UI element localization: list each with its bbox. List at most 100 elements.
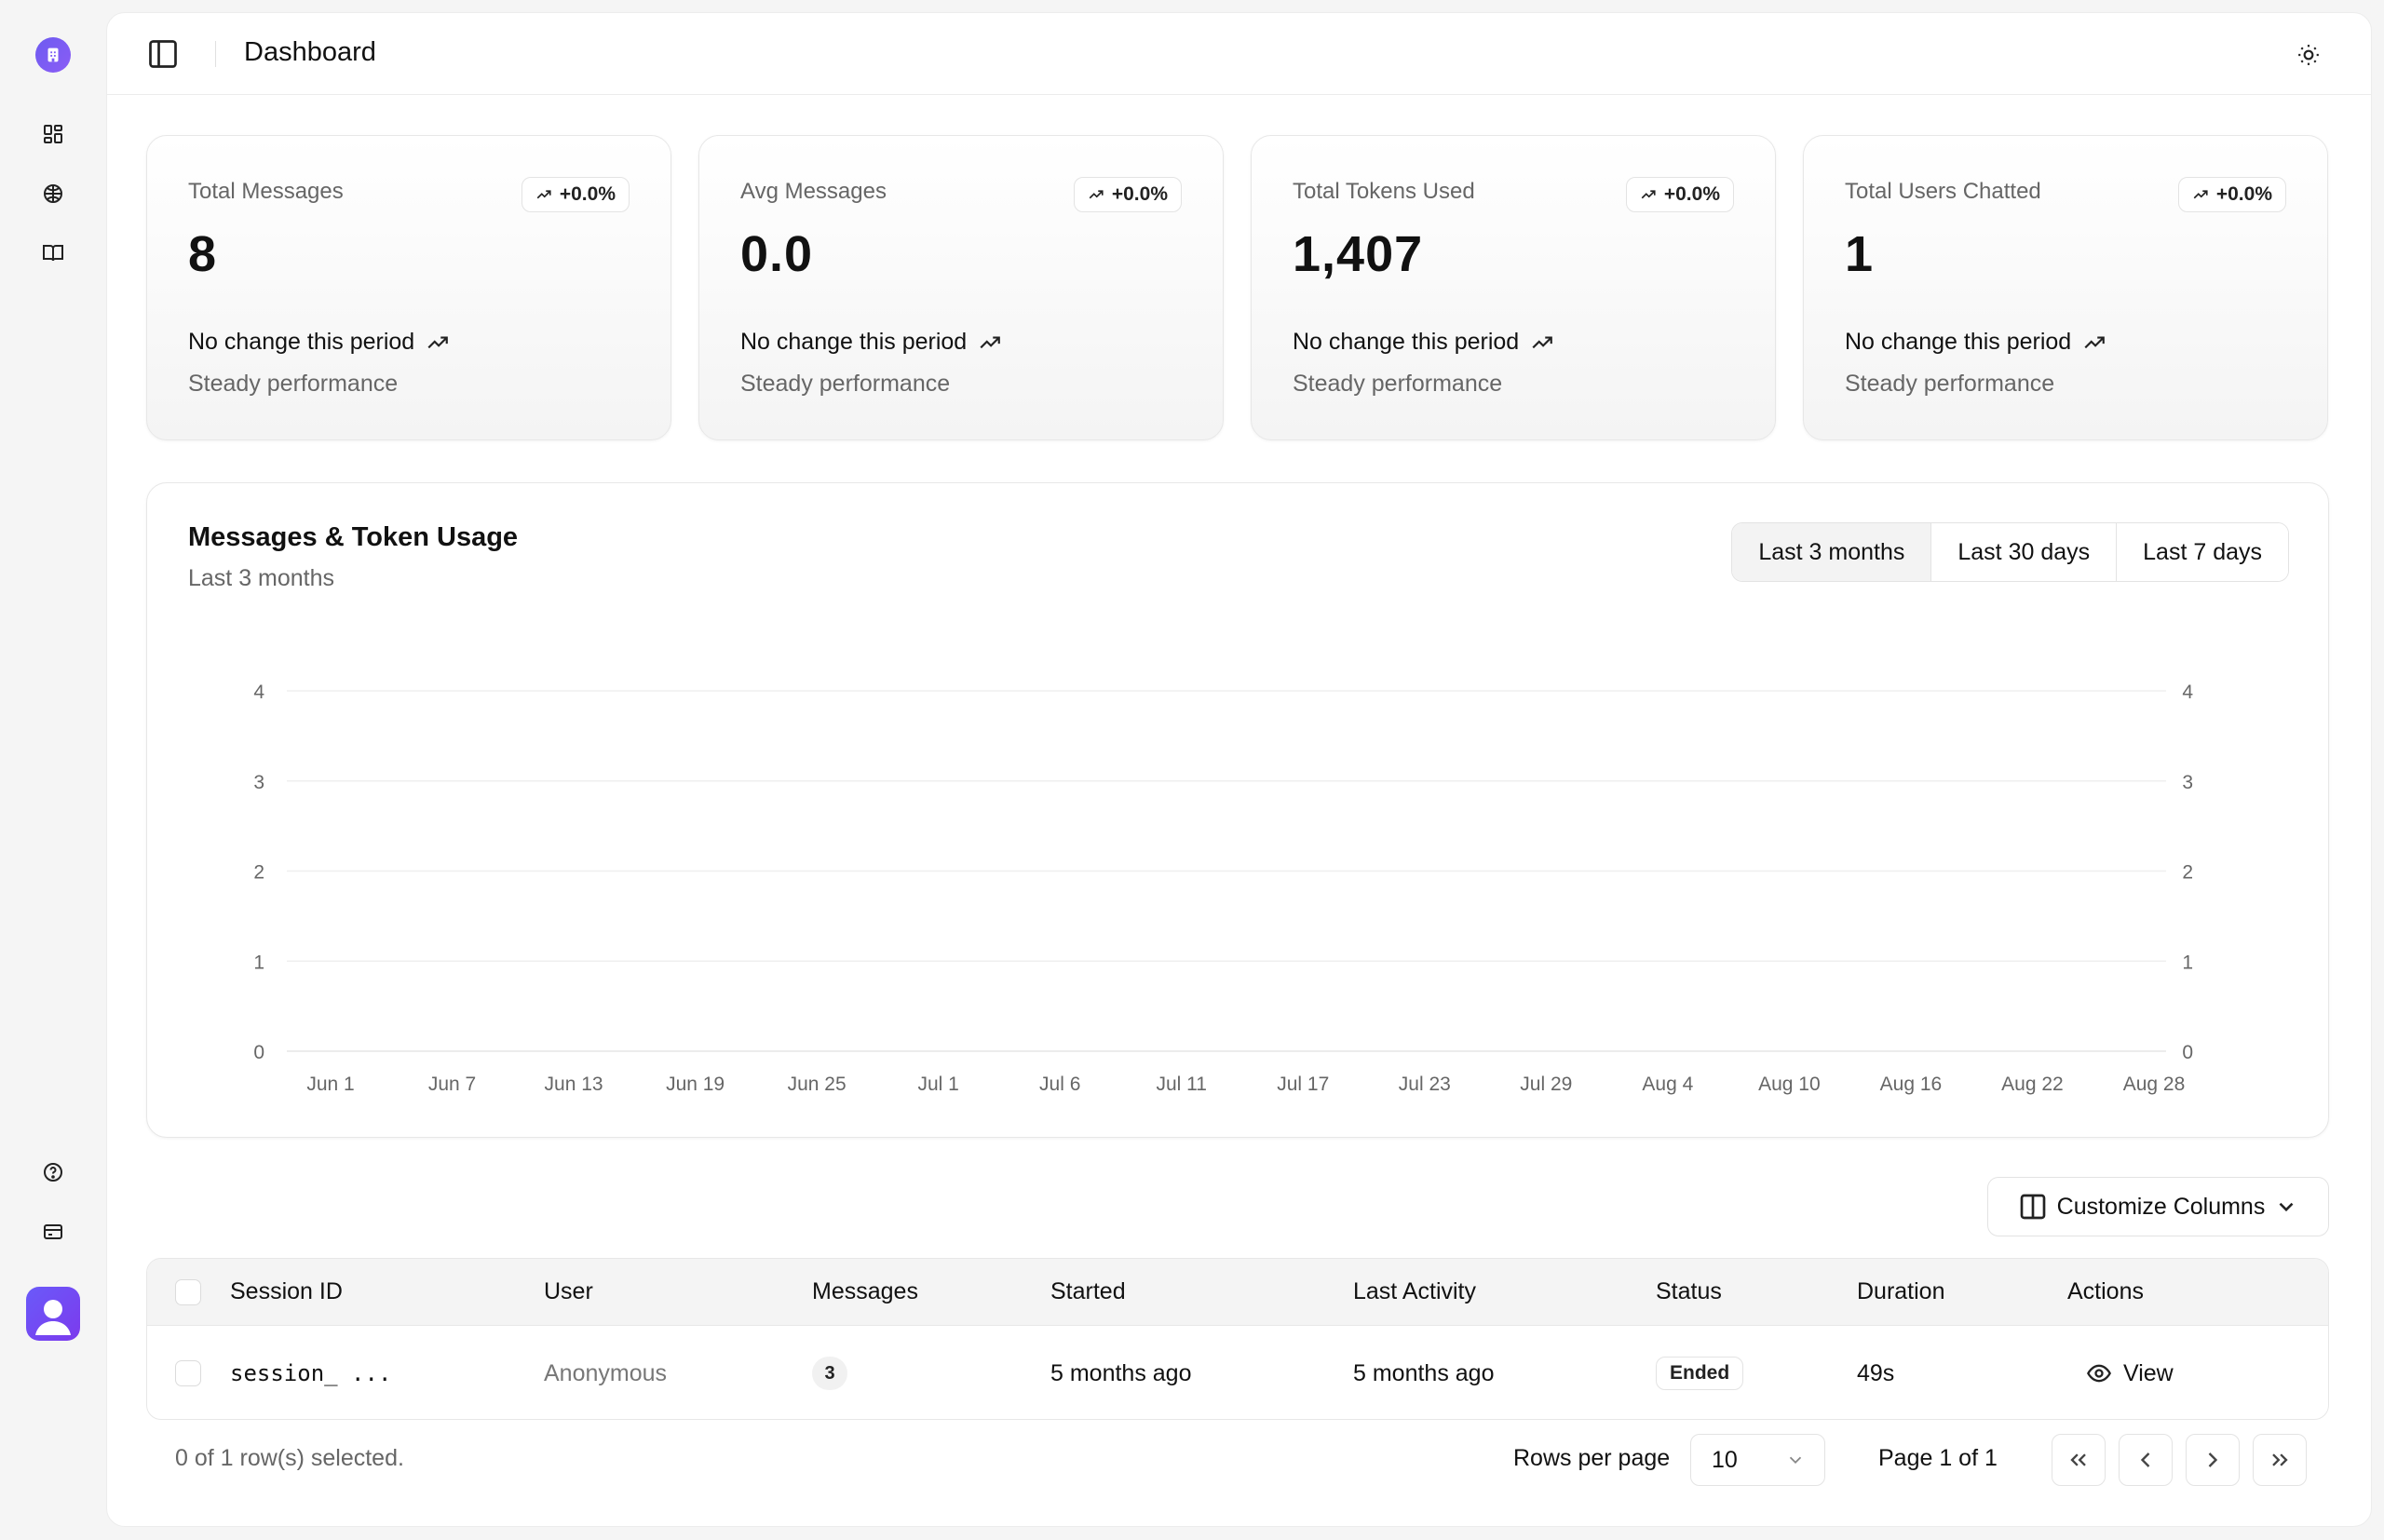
stat-subtext: Steady performance bbox=[1293, 371, 1503, 397]
stat-card-avg-messages: Avg Messages +0.0% 0.0 No change this pe… bbox=[698, 135, 1224, 440]
page-title: Dashboard bbox=[244, 37, 376, 67]
chevron-down-icon bbox=[2279, 1202, 2294, 1212]
select-all-checkbox[interactable] bbox=[175, 1278, 201, 1305]
x-tick-label: Jul 23 bbox=[1399, 1074, 1451, 1095]
y-left-tick-label: 3 bbox=[253, 772, 264, 793]
trend-badge: +0.0% bbox=[2177, 177, 2286, 212]
trend-badge: +0.0% bbox=[1625, 177, 1734, 212]
user-cell: Anonymous bbox=[544, 1359, 668, 1386]
chevrons-left-icon bbox=[2070, 1453, 2086, 1466]
page-indicator: Page 1 of 1 bbox=[1878, 1445, 1998, 1471]
stat-label: Avg Messages bbox=[740, 179, 887, 204]
row-checkbox[interactable] bbox=[175, 1360, 201, 1386]
stat-trend-text: No change this period bbox=[1845, 329, 2106, 356]
chevron-right-icon bbox=[2208, 1452, 2218, 1467]
prev-page-button[interactable] bbox=[2119, 1434, 2173, 1486]
last-activity-cell: 5 months ago bbox=[1353, 1359, 1495, 1386]
chevron-down-icon bbox=[1789, 1456, 1802, 1465]
trend-value: +0.0% bbox=[1111, 183, 1168, 205]
app-logo[interactable] bbox=[35, 37, 71, 73]
x-tick-label: Jun 7 bbox=[428, 1074, 476, 1095]
x-tick-label: Jun 19 bbox=[666, 1074, 725, 1095]
stat-label: Total Users Chatted bbox=[1845, 179, 2041, 204]
col-duration[interactable]: Duration bbox=[1857, 1259, 1945, 1325]
session-id-cell: session_ ... bbox=[230, 1360, 392, 1386]
sidebar-item-dashboard[interactable] bbox=[35, 116, 71, 152]
stat-value: 1 bbox=[1845, 226, 1875, 282]
usage-chart: 0 0 1 1 2 2 3 3 4 4 Jun 1 Jun 7 Jun 13 Jun 19 Jun 25 Ju… bbox=[253, 682, 2193, 1095]
last-page-button[interactable] bbox=[2253, 1434, 2307, 1486]
usage-chart-card: Messages & Token Usage Last 3 months Las… bbox=[146, 482, 2329, 1138]
trend-badge: +0.0% bbox=[521, 177, 630, 212]
y-left-tick-label: 0 bbox=[253, 1042, 264, 1063]
x-tick-label: Aug 4 bbox=[1642, 1074, 1693, 1095]
y-right-tick-label: 3 bbox=[2182, 772, 2193, 793]
sessions-table: Session ID User Messages Started Last Ac… bbox=[146, 1258, 2329, 1420]
top-bar: Dashboard bbox=[107, 13, 2371, 95]
sidebar-item-help[interactable] bbox=[35, 1155, 71, 1190]
chevron-left-icon bbox=[2140, 1452, 2150, 1467]
col-session-id[interactable]: Session ID bbox=[230, 1259, 343, 1325]
stat-trend-text: No change this period bbox=[1293, 329, 1554, 356]
stat-value: 8 bbox=[188, 226, 218, 282]
view-session-button[interactable]: View bbox=[2086, 1360, 2174, 1387]
stat-value: 1,407 bbox=[1293, 226, 1424, 282]
trend-badge: +0.0% bbox=[1073, 177, 1182, 212]
main-panel: Dashboard Total Messages +0.0% 8 No chan… bbox=[106, 12, 2372, 1527]
billing-icon bbox=[44, 1224, 62, 1239]
x-tick-label: Jul 17 bbox=[1277, 1074, 1329, 1095]
sidebar bbox=[0, 0, 106, 1540]
theme-toggle-button[interactable] bbox=[2291, 37, 2326, 73]
trending-up-icon bbox=[980, 336, 1001, 348]
stat-trend-label: No change this period bbox=[1845, 329, 2072, 355]
actions-cell: View bbox=[2086, 1326, 2174, 1419]
col-user[interactable]: User bbox=[544, 1259, 593, 1325]
trending-up-icon bbox=[1641, 190, 1656, 199]
first-page-button[interactable] bbox=[2052, 1434, 2106, 1486]
panel-left-icon bbox=[149, 40, 177, 68]
select-all-cell bbox=[175, 1259, 201, 1325]
stat-subtext: Steady performance bbox=[188, 371, 399, 397]
trending-up-icon bbox=[2084, 336, 2106, 348]
col-actions: Actions bbox=[2067, 1278, 2144, 1304]
started-cell: 5 months ago bbox=[1050, 1359, 1192, 1386]
x-tick-label: Aug 22 bbox=[2001, 1074, 2064, 1095]
avatar[interactable] bbox=[26, 1287, 80, 1341]
book-icon bbox=[43, 245, 63, 262]
col-messages[interactable]: Messages bbox=[812, 1259, 918, 1325]
y-left-tick-label: 1 bbox=[253, 952, 264, 973]
y-right-tick-label: 1 bbox=[2182, 952, 2193, 973]
trending-up-icon bbox=[427, 336, 449, 348]
table-row[interactable]: session_ ... Anonymous 3 5 months ago 5 … bbox=[147, 1326, 2328, 1419]
y-left-tick-label: 2 bbox=[253, 862, 264, 884]
stat-label: Total Messages bbox=[188, 179, 344, 204]
y-right-tick-label: 2 bbox=[2182, 862, 2193, 884]
x-tick-label: Jul 1 bbox=[917, 1074, 958, 1095]
brain-icon bbox=[44, 184, 62, 203]
col-started[interactable]: Started bbox=[1050, 1259, 1126, 1325]
trending-up-icon bbox=[1532, 336, 1553, 348]
x-tick-label: Jun 13 bbox=[545, 1074, 603, 1095]
sidebar-item-docs[interactable] bbox=[35, 236, 71, 271]
x-tick-label: Jun 25 bbox=[788, 1074, 847, 1095]
status-cell: Ended bbox=[1656, 1326, 1744, 1419]
x-tick-label: Jun 1 bbox=[306, 1074, 354, 1095]
rows-per-page-value: 10 bbox=[1712, 1446, 1738, 1473]
sidebar-item-brain[interactable] bbox=[35, 176, 71, 211]
divider bbox=[215, 41, 216, 67]
customize-columns-button[interactable]: Customize Columns bbox=[1987, 1177, 2329, 1236]
table-header: Session ID User Messages Started Last Ac… bbox=[147, 1259, 2328, 1326]
columns-icon bbox=[2020, 1194, 2045, 1220]
sidebar-toggle-button[interactable] bbox=[144, 35, 182, 73]
user-avatar-icon bbox=[35, 1300, 71, 1335]
stat-card-total-tokens: Total Tokens Used +0.0% 1,407 No change … bbox=[1251, 135, 1776, 440]
next-page-button[interactable] bbox=[2186, 1434, 2240, 1486]
status-badge: Ended bbox=[1656, 1357, 1744, 1390]
rows-per-page-select[interactable]: 10 bbox=[1690, 1434, 1825, 1486]
stat-card-total-users: Total Users Chatted +0.0% 1 No change th… bbox=[1803, 135, 2328, 440]
dashboard-icon bbox=[44, 125, 62, 143]
col-last-activity[interactable]: Last Activity bbox=[1353, 1259, 1476, 1325]
sidebar-item-billing[interactable] bbox=[35, 1214, 71, 1250]
col-status[interactable]: Status bbox=[1656, 1259, 1722, 1325]
stat-trend-label: No change this period bbox=[1293, 329, 1520, 355]
